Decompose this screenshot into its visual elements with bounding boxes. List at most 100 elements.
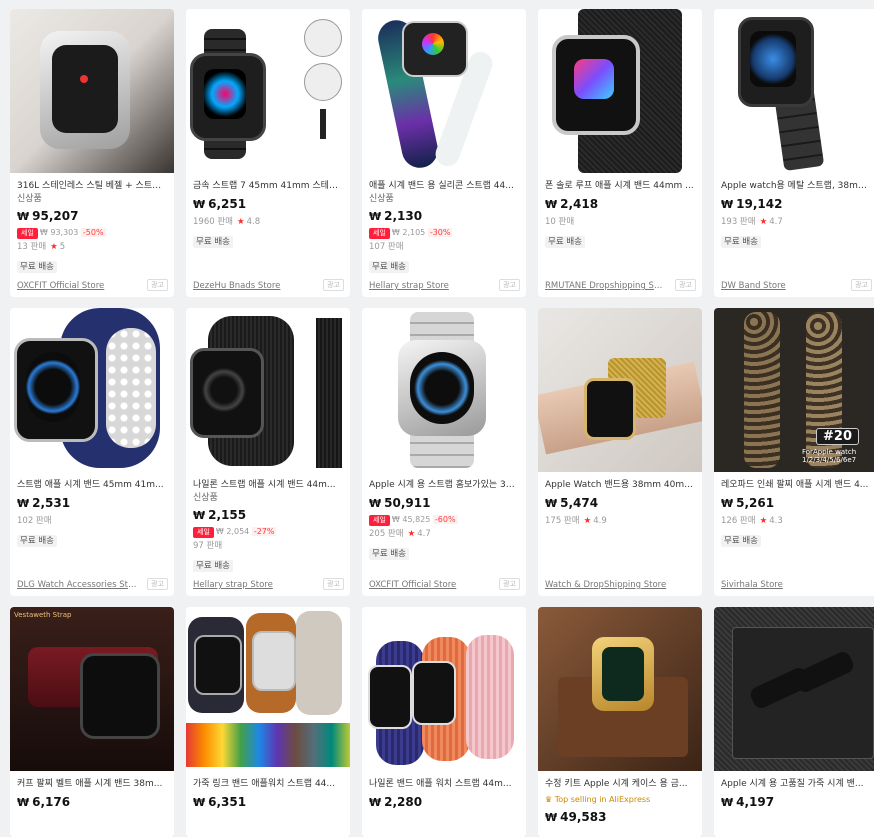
product-image[interactable] bbox=[538, 308, 702, 472]
product-title[interactable]: Apple 시계 용 고품질 가죽 시계 밴... bbox=[721, 778, 871, 791]
product-title[interactable]: Apple 시계 용 스트랩 홈보가있는 30... bbox=[369, 479, 519, 492]
product-price: ₩6,351 bbox=[193, 793, 343, 812]
product-image[interactable] bbox=[362, 308, 526, 472]
original-price: 2,105 bbox=[402, 228, 426, 237]
product-image[interactable] bbox=[714, 9, 874, 173]
product-title[interactable]: 애플 시계 밴드 용 실리콘 스트랩 44... bbox=[369, 180, 519, 193]
price-value: 5,261 bbox=[736, 496, 775, 510]
store-link[interactable]: OXCFIT Official Store bbox=[369, 580, 489, 590]
store-link[interactable]: RMUTANE Dropshipping St... bbox=[545, 281, 665, 291]
product-image[interactable] bbox=[714, 607, 874, 771]
ad-label: 광고 bbox=[851, 279, 872, 291]
original-price: 2,054 bbox=[226, 527, 250, 536]
product-title[interactable]: 폰 솔로 루프 애플 시계 밴드 44mm ... bbox=[545, 180, 695, 193]
price-value: 95,207 bbox=[32, 209, 79, 223]
product-card[interactable]: 나일론 스트랩 애플 시계 밴드 44m... 신상품 ₩2,155 세일 ₩ 2… bbox=[186, 308, 350, 596]
model-badge: #20 bbox=[816, 428, 859, 445]
product-card[interactable]: 가죽 링크 밴드 애플워치 스트랩 44... ₩6,351 bbox=[186, 607, 350, 837]
product-price: ₩4,197 bbox=[721, 793, 871, 812]
product-card[interactable]: 애플 시계 밴드 용 실리콘 스트랩 44... 신상품 ₩2,130 세일 ₩ … bbox=[362, 9, 526, 297]
product-price: ₩19,142 bbox=[721, 195, 871, 214]
product-image[interactable] bbox=[10, 9, 174, 173]
sale-badge: 세일 bbox=[193, 527, 214, 538]
currency-symbol: ₩ bbox=[721, 796, 734, 809]
free-shipping-tag: 무료 배송 bbox=[721, 236, 761, 248]
product-price: ₩2,280 bbox=[369, 793, 519, 812]
rating-value: 5 bbox=[59, 242, 66, 252]
sale-badge: 세일 bbox=[369, 515, 390, 526]
product-title[interactable]: Apple Watch 밴드용 38mm 40mm ... bbox=[545, 479, 695, 492]
product-title[interactable]: 316L 스테인레스 스틸 베젤 + 스트랩... bbox=[17, 180, 167, 193]
product-card[interactable]: #20 ForApple watch 1/2/3/4/5/6/6e7 레오파드 … bbox=[714, 308, 874, 596]
currency-symbol: ₩ bbox=[17, 210, 30, 223]
product-image[interactable] bbox=[186, 607, 350, 771]
currency-symbol: ₩ bbox=[721, 198, 734, 211]
store-link[interactable]: Hellary strap Store bbox=[369, 281, 489, 291]
free-shipping-tag: 무료 배송 bbox=[17, 261, 57, 273]
product-title[interactable]: 가죽 링크 밴드 애플워치 스트랩 44... bbox=[193, 778, 343, 791]
discount-badge: -50% bbox=[80, 228, 106, 237]
sold-count: 107 판매 bbox=[369, 242, 404, 252]
product-card[interactable]: Apple Watch 밴드용 38mm 40mm ... ₩5,474 175… bbox=[538, 308, 702, 596]
price-value: 50,911 bbox=[384, 496, 431, 510]
product-title[interactable]: 수정 키트 Apple 시계 케이스 용 금... bbox=[545, 778, 695, 791]
product-card[interactable]: Apple 시계 용 고품질 가죽 시계 밴... ₩4,197 bbox=[714, 607, 874, 837]
product-price: ₩6,251 bbox=[193, 195, 343, 214]
product-image[interactable] bbox=[362, 9, 526, 173]
store-link[interactable]: DezeHu Bnads Store bbox=[193, 281, 313, 291]
product-title[interactable]: 레오파드 인쇄 팔찌 애플 시계 밴드 4... bbox=[721, 479, 871, 492]
product-card[interactable]: Apple watch용 메탈 스트랩, 38mm/... ₩19,142 19… bbox=[714, 9, 874, 297]
free-shipping-tag: 무료 배송 bbox=[369, 261, 409, 273]
product-image[interactable] bbox=[186, 9, 350, 173]
product-card[interactable]: 수정 키트 Apple 시계 케이스 용 금... ♛ Top selling … bbox=[538, 607, 702, 837]
product-image[interactable] bbox=[538, 9, 702, 173]
rating-value: 4.7 bbox=[417, 529, 431, 539]
currency-symbol: ₩ bbox=[215, 527, 224, 536]
product-card[interactable]: 금속 스트랩 7 45mm 41mm 스테인... ₩6,251 1960 판매… bbox=[186, 9, 350, 297]
store-link[interactable]: Watch & DropShipping Store bbox=[545, 580, 695, 590]
product-image[interactable] bbox=[538, 607, 702, 771]
free-shipping-tag: 무료 배송 bbox=[545, 236, 585, 248]
currency-symbol: ₩ bbox=[545, 811, 558, 824]
store-link[interactable]: OXCFIT Official Store bbox=[17, 281, 137, 291]
price-value: 2,531 bbox=[32, 496, 71, 510]
discount-badge: -27% bbox=[251, 527, 277, 536]
product-card[interactable]: 폰 솔로 루프 애플 시계 밴드 44mm ... ₩2,418 10 판매 무… bbox=[538, 9, 702, 297]
product-card[interactable]: 스트랩 애플 시계 밴드 45mm 41m... ₩2,531 102 판매 무… bbox=[10, 308, 174, 596]
product-card[interactable]: 나일론 밴드 애플 워치 스트랩 44m... ₩2,280 bbox=[362, 607, 526, 837]
product-image[interactable] bbox=[10, 308, 174, 472]
price-value: 2,130 bbox=[384, 209, 423, 223]
sold-value: 175 판매 bbox=[545, 516, 580, 526]
price-value: 2,418 bbox=[560, 197, 599, 211]
product-card[interactable]: Vestaweth Strap 커프 팔찌 벨트 애플 시계 밴드 38m...… bbox=[10, 607, 174, 837]
store-link[interactable]: DLG Watch Accessories Sto... bbox=[17, 580, 137, 590]
product-image[interactable] bbox=[362, 607, 526, 771]
store-link[interactable]: Sivirhala Store bbox=[721, 580, 841, 590]
product-image[interactable] bbox=[186, 308, 350, 472]
image-caption: Vestaweth Strap bbox=[14, 611, 72, 619]
product-title[interactable]: 금속 스트랩 7 45mm 41mm 스테인... bbox=[193, 180, 343, 193]
product-card[interactable]: Apple 시계 용 스트랩 홈보가있는 30... ₩50,911 세일 ₩ 4… bbox=[362, 308, 526, 596]
product-title[interactable]: 스트랩 애플 시계 밴드 45mm 41m... bbox=[17, 479, 167, 492]
product-card[interactable]: 316L 스테인레스 스틸 베젤 + 스트랩... 신상품 ₩95,207 세일… bbox=[10, 9, 174, 297]
sold-count: 175 판매 ★ 4.9 bbox=[545, 515, 695, 528]
currency-symbol: ₩ bbox=[193, 509, 206, 522]
product-price: ₩2,531 bbox=[17, 494, 167, 513]
product-title[interactable]: 나일론 스트랩 애플 시계 밴드 44m... bbox=[193, 479, 343, 492]
currency-symbol: ₩ bbox=[39, 228, 48, 237]
product-title[interactable]: 나일론 밴드 애플 워치 스트랩 44m... bbox=[369, 778, 519, 791]
currency-symbol: ₩ bbox=[193, 796, 206, 809]
sold-value: 126 판매 bbox=[721, 516, 756, 526]
rating-value: 4.3 bbox=[769, 516, 783, 526]
product-image[interactable]: Vestaweth Strap bbox=[10, 607, 174, 771]
store-link[interactable]: Hellary strap Store bbox=[193, 580, 313, 590]
store-link[interactable]: DW Band Store bbox=[721, 281, 841, 291]
product-title[interactable]: Apple watch용 메탈 스트랩, 38mm/... bbox=[721, 180, 871, 193]
product-image[interactable]: #20 ForApple watch 1/2/3/4/5/6/6e7 bbox=[714, 308, 874, 472]
product-price: ₩5,261 bbox=[721, 494, 871, 513]
product-price: ₩2,418 bbox=[545, 195, 695, 214]
new-tag: 신상품 bbox=[17, 194, 42, 204]
product-title[interactable]: 커프 팔찌 벨트 애플 시계 밴드 38m... bbox=[17, 778, 167, 791]
ad-label: 광고 bbox=[499, 578, 520, 590]
product-price: ₩5,474 bbox=[545, 494, 695, 513]
